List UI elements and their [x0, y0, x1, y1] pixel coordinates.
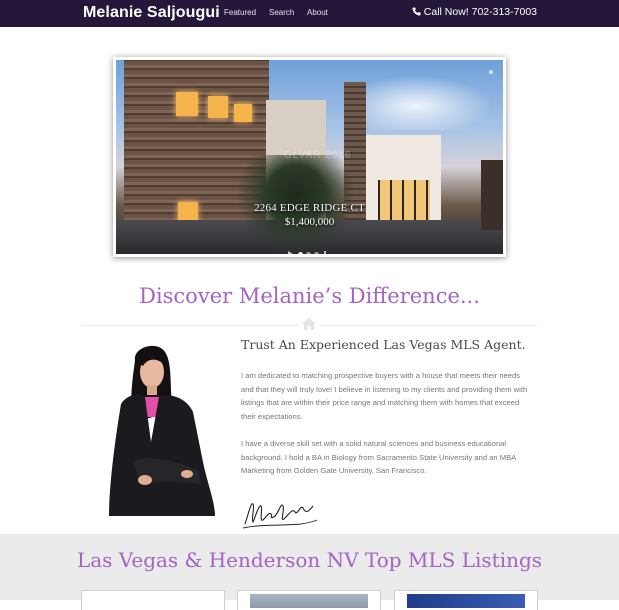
listings-section: Las Vegas & Henderson NV Top MLS Listing…: [0, 534, 619, 610]
nav-link-featured[interactable]: Featured: [224, 8, 256, 17]
slide-image[interactable]: GLVAR 2016 2264 EDGE RIDGE CT $1,400,000: [116, 60, 503, 254]
slider-dot[interactable]: [306, 252, 311, 254]
listing-card[interactable]: [237, 590, 381, 610]
slider-dot-active[interactable]: [298, 252, 303, 254]
slider-pagination: [288, 244, 326, 254]
house-garage: [378, 180, 430, 220]
house-window: [176, 92, 198, 116]
listing-card-image[interactable]: [250, 594, 368, 608]
section-heading-listings: Las Vegas & Henderson NV Top MLS Listing…: [76, 548, 543, 572]
listing-card[interactable]: [394, 590, 538, 610]
home-icon: [299, 316, 319, 332]
section-heading-discover: Discover Melanie’s Difference...: [139, 284, 480, 308]
top-navbar: Melanie Saljougui Featured Search About …: [0, 0, 619, 27]
about-subheading: Trust An Experienced Las Vegas MLS Agent…: [241, 337, 526, 352]
signature-image: [242, 503, 318, 529]
slider-indicator-dot: [489, 70, 493, 74]
nav-link-search[interactable]: Search: [269, 8, 294, 17]
featured-listing-slider[interactable]: GLVAR 2016 2264 EDGE RIDGE CT $1,400,000: [113, 57, 506, 257]
call-now-link[interactable]: Call Now! 702-313-7003: [412, 6, 537, 18]
play-icon[interactable]: [288, 251, 293, 254]
house-window: [234, 104, 252, 122]
listing-card[interactable]: [81, 590, 225, 610]
pause-icon[interactable]: [324, 251, 326, 254]
nav-link-about[interactable]: About: [307, 8, 328, 17]
slide-address: 2264 EDGE RIDGE CT: [254, 202, 365, 214]
slider-dot[interactable]: [314, 252, 319, 254]
about-paragraph: I am dedicated to matching prospective b…: [241, 371, 528, 421]
agent-portrait: [103, 342, 218, 516]
slide-price: $1,400,000: [284, 216, 335, 228]
photo-watermark: GLVAR 2016: [284, 150, 352, 161]
about-paragraph: I have a diverse skill set with a solid …: [241, 439, 516, 475]
listing-card-image[interactable]: [407, 594, 525, 608]
listing-card-image[interactable]: [94, 594, 212, 608]
brand-logo[interactable]: Melanie Saljougui: [83, 4, 220, 22]
phone-icon: [412, 7, 421, 16]
sky-clouds: [356, 70, 503, 130]
house-window: [208, 96, 228, 118]
call-now-text: Call Now! 702-313-7003: [423, 6, 537, 18]
